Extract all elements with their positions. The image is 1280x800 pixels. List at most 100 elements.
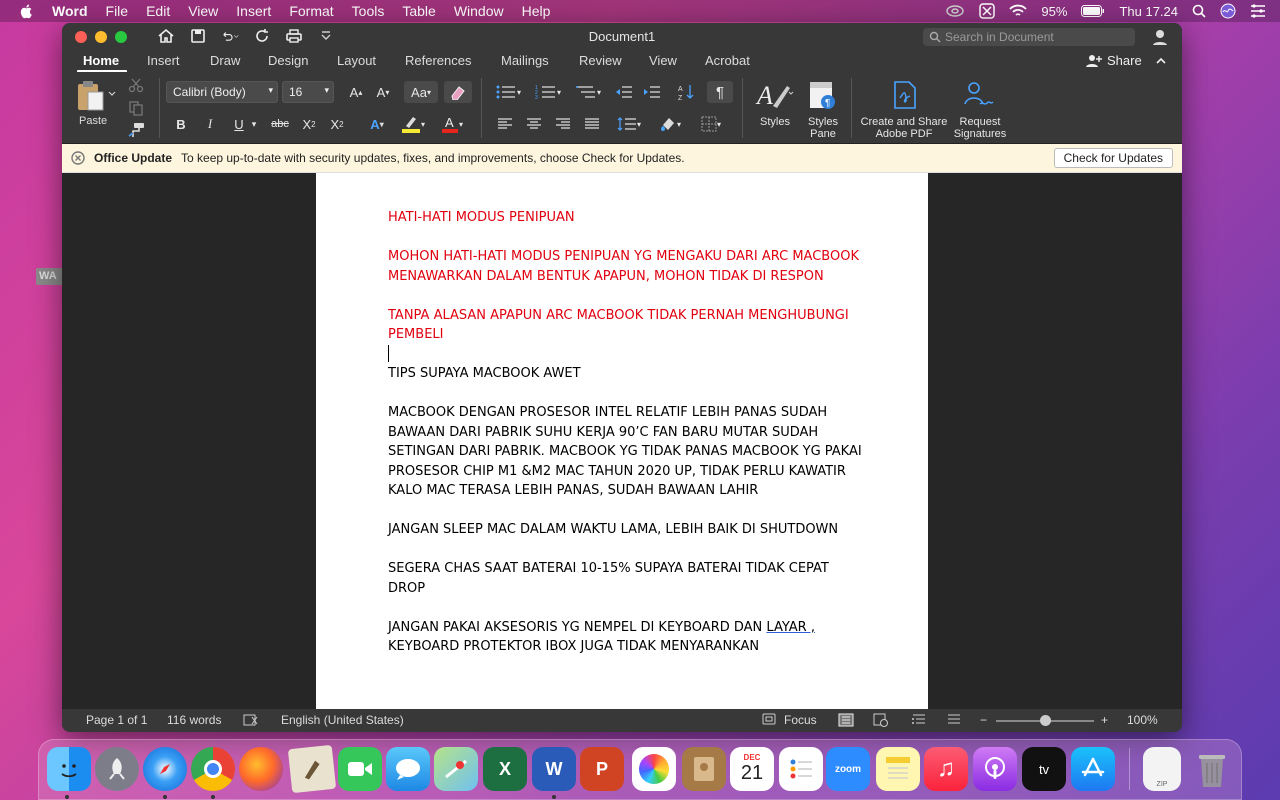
menu-help[interactable]: Help bbox=[522, 3, 551, 19]
doc-paragraph[interactable]: SEGERA CHAS SAAT BATERAI 10-15% SUPAYA B… bbox=[388, 559, 868, 598]
check-for-updates-button[interactable]: Check for Updates bbox=[1053, 148, 1173, 168]
line-spacing-icon[interactable]: ▾ bbox=[612, 113, 646, 135]
safari-icon[interactable] bbox=[143, 747, 187, 791]
clock[interactable]: Thu 17.24 bbox=[1119, 4, 1178, 19]
text-effects-icon[interactable]: A ▾ bbox=[362, 113, 392, 135]
undo-icon[interactable] bbox=[221, 27, 239, 45]
cut-icon[interactable] bbox=[128, 77, 144, 93]
zip-archive-icon[interactable]: ZIP bbox=[1143, 747, 1181, 791]
doc-paragraph[interactable]: MACBOOK DENGAN PROSESOR INTEL RELATIF LE… bbox=[388, 403, 868, 501]
sort-icon[interactable]: AZ bbox=[675, 81, 697, 103]
music-icon[interactable]: ♫ bbox=[924, 747, 968, 791]
paste-label[interactable]: Paste bbox=[79, 115, 107, 127]
calendar-icon[interactable]: DEC 21 bbox=[730, 747, 774, 791]
page-count[interactable]: Page 1 of 1 bbox=[86, 713, 147, 727]
wifi-icon[interactable] bbox=[1009, 4, 1028, 18]
styles-label[interactable]: Styles bbox=[760, 116, 790, 128]
home-icon[interactable] bbox=[157, 27, 175, 45]
doc-paragraph[interactable]: TANPA ALASAN APAPUN ARC MACBOOK TIDAK PE… bbox=[388, 306, 868, 345]
firefox-icon[interactable] bbox=[239, 747, 283, 791]
styles-icon[interactable]: A bbox=[755, 78, 795, 112]
format-painter-icon[interactable] bbox=[128, 122, 146, 138]
tab-draw[interactable]: Draw bbox=[210, 53, 240, 68]
menu-tools[interactable]: Tools bbox=[352, 3, 385, 19]
account-icon[interactable] bbox=[1150, 27, 1170, 47]
language[interactable]: English (United States) bbox=[281, 713, 404, 727]
doc-paragraph[interactable]: JANGAN SLEEP MAC DALAM WAKTU LAMA, LEBIH… bbox=[388, 520, 868, 540]
doc-paragraph[interactable]: JANGAN PAKAI AKSESORIS YG NEMPEL DI KEYB… bbox=[388, 618, 868, 657]
zoom-icon[interactable]: zoom bbox=[826, 747, 870, 791]
bold-icon[interactable]: B bbox=[170, 113, 192, 135]
dismiss-icon[interactable] bbox=[71, 151, 85, 165]
focus-icon[interactable] bbox=[762, 713, 776, 728]
menu-insert[interactable]: Insert bbox=[236, 3, 271, 19]
reminders-icon[interactable] bbox=[779, 747, 823, 791]
request-signatures-icon[interactable] bbox=[962, 80, 998, 112]
collapse-ribbon-icon[interactable] bbox=[1155, 56, 1167, 66]
menu-app-name[interactable]: Word bbox=[52, 3, 88, 19]
redo-icon[interactable] bbox=[253, 27, 271, 45]
system-extension-icon[interactable] bbox=[979, 3, 996, 19]
increase-indent-icon[interactable] bbox=[641, 81, 663, 103]
apple-tv-icon[interactable]: tv bbox=[1022, 747, 1066, 791]
align-left-icon[interactable] bbox=[494, 113, 516, 135]
outline-view-icon[interactable] bbox=[911, 713, 927, 730]
tab-layout[interactable]: Layout bbox=[337, 53, 376, 68]
doc-paragraph[interactable]: HATI-HATI MODUS PENIPUAN bbox=[388, 208, 868, 228]
paste-options-chevron-icon[interactable] bbox=[108, 90, 116, 98]
document-page[interactable]: HATI-HATI MODUS PENIPUAN MOHON HATI-HATI… bbox=[316, 173, 928, 709]
font-color-icon[interactable]: A ▾ bbox=[435, 113, 469, 135]
save-icon[interactable] bbox=[189, 27, 207, 45]
zoom-out-icon[interactable]: − bbox=[980, 713, 987, 727]
control-center-icon[interactable] bbox=[1250, 4, 1266, 18]
facetime-icon[interactable] bbox=[338, 747, 382, 791]
menu-window[interactable]: Window bbox=[454, 3, 504, 19]
numbering-icon[interactable]: 1 2 3 ▾ bbox=[530, 81, 566, 103]
word-count[interactable]: 116 words bbox=[167, 713, 221, 727]
zoom-level[interactable]: 100% bbox=[1127, 713, 1158, 727]
shading-icon[interactable]: ▾ bbox=[652, 113, 688, 135]
tab-mailings[interactable]: Mailings bbox=[501, 53, 549, 68]
siri-icon[interactable] bbox=[1220, 3, 1236, 19]
menu-edit[interactable]: Edit bbox=[146, 3, 170, 19]
chrome-icon[interactable] bbox=[191, 747, 235, 791]
tab-acrobat[interactable]: Acrobat bbox=[705, 53, 750, 68]
bullets-icon[interactable]: ▾ bbox=[490, 81, 526, 103]
customize-toolbar-icon[interactable] bbox=[317, 27, 335, 45]
draft-view-icon[interactable] bbox=[946, 713, 962, 730]
decrease-font-size-icon[interactable]: A ▾ bbox=[370, 81, 396, 103]
spotlight-icon[interactable] bbox=[1192, 4, 1206, 18]
print-layout-icon[interactable] bbox=[838, 713, 854, 730]
launchpad-icon[interactable] bbox=[95, 747, 139, 791]
focus-label[interactable]: Focus bbox=[784, 713, 817, 727]
app-store-icon[interactable] bbox=[1071, 747, 1115, 791]
powerpoint-icon[interactable]: P bbox=[580, 747, 624, 791]
align-center-icon[interactable] bbox=[523, 113, 545, 135]
borders-icon[interactable]: ▾ bbox=[693, 113, 729, 135]
tab-insert[interactable]: Insert bbox=[147, 53, 180, 68]
styles-pane-icon[interactable]: ¶ bbox=[808, 80, 838, 112]
increase-font-size-icon[interactable]: A ▴ bbox=[343, 81, 369, 103]
zoom-in-icon[interactable]: + bbox=[1101, 713, 1108, 727]
subscript-icon[interactable]: X2 bbox=[298, 113, 320, 135]
menu-format[interactable]: Format bbox=[289, 3, 333, 19]
creative-cloud-icon[interactable] bbox=[945, 4, 965, 18]
web-layout-icon[interactable] bbox=[873, 713, 889, 730]
proofing-icon[interactable] bbox=[243, 713, 259, 730]
menu-view[interactable]: View bbox=[188, 3, 218, 19]
battery-icon[interactable] bbox=[1081, 5, 1105, 17]
create-pdf-icon[interactable] bbox=[890, 80, 920, 112]
excel-icon[interactable]: X bbox=[483, 747, 527, 791]
create-pdf-label[interactable]: Create and Share Adobe PDF bbox=[859, 116, 949, 140]
styles-pane-label[interactable]: Styles Pane bbox=[808, 116, 838, 140]
caret-line[interactable] bbox=[388, 344, 868, 365]
finder-icon[interactable] bbox=[47, 747, 91, 791]
notes-icon[interactable] bbox=[876, 747, 920, 791]
align-right-icon[interactable] bbox=[552, 113, 574, 135]
tab-view[interactable]: View bbox=[649, 53, 677, 68]
desktop-file-stub[interactable]: WA bbox=[36, 268, 64, 285]
word-icon[interactable]: W bbox=[532, 747, 576, 791]
apple-icon[interactable] bbox=[19, 3, 35, 19]
maps-icon[interactable] bbox=[434, 747, 478, 791]
superscript-icon[interactable]: X2 bbox=[326, 113, 348, 135]
